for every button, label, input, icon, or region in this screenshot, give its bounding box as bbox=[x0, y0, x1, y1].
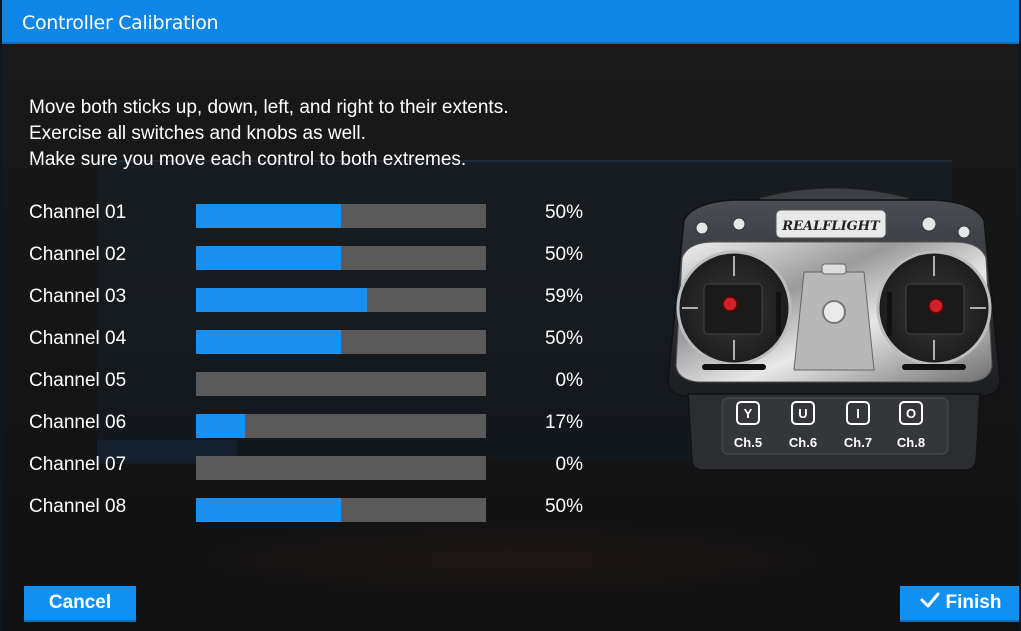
channel-bar-fill bbox=[196, 288, 368, 312]
channel-label: Channel 02 bbox=[29, 244, 127, 265]
instructions: Move both sticks up, down, left, and rig… bbox=[29, 95, 508, 173]
key-channel: Ch.5 bbox=[734, 435, 762, 450]
channel-row-05: Channel 05 0% bbox=[29, 368, 609, 410]
channel-row-06: Channel 06 17% bbox=[29, 410, 609, 452]
controller-image: REALFLIGHT Y Ch.5 U Ch.6 I Ch.7 O Ch.8 bbox=[664, 180, 1004, 475]
channel-percent: 0% bbox=[555, 370, 583, 391]
instruction-line: Make sure you move each control to both … bbox=[29, 149, 467, 170]
channel-label: Channel 05 bbox=[29, 370, 127, 391]
channel-bar bbox=[196, 246, 486, 270]
key-label: U bbox=[798, 406, 807, 421]
channel-row-07: Channel 07 0% bbox=[29, 452, 609, 494]
key-channel: Ch.6 bbox=[789, 435, 817, 450]
channel-label: Channel 07 bbox=[29, 454, 127, 475]
channel-label: Channel 03 bbox=[29, 286, 127, 307]
channel-bar bbox=[196, 456, 486, 480]
channel-label: Channel 04 bbox=[29, 328, 127, 349]
channel-percent: 50% bbox=[544, 496, 583, 517]
channel-bar-fill bbox=[196, 498, 341, 522]
channel-bar-fill bbox=[196, 246, 341, 270]
channel-percent: 59% bbox=[544, 286, 583, 307]
finish-button[interactable]: Finish bbox=[900, 586, 1019, 622]
channel-bar bbox=[196, 288, 486, 312]
channel-label: Channel 08 bbox=[29, 496, 127, 517]
key-channel: Ch.8 bbox=[897, 435, 925, 450]
channel-percent: 50% bbox=[544, 328, 583, 349]
channel-row-04: Channel 04 50% bbox=[29, 326, 609, 368]
key-label: I bbox=[856, 406, 860, 421]
channel-list: Channel 01 50% Channel 02 50% Channel 03… bbox=[29, 200, 609, 536]
cancel-button[interactable]: Cancel bbox=[24, 586, 136, 622]
channel-bar bbox=[196, 414, 486, 438]
channel-row-03: Channel 03 59% bbox=[29, 284, 609, 326]
calibration-dialog: Controller Calibration Move both sticks … bbox=[0, 0, 1021, 631]
channel-bar-fill bbox=[196, 204, 341, 228]
channel-bar bbox=[196, 498, 486, 522]
channel-percent: 50% bbox=[544, 244, 583, 265]
cancel-button-label: Cancel bbox=[48, 592, 112, 613]
channel-row-08: Channel 08 50% bbox=[29, 494, 609, 536]
channel-label: Channel 01 bbox=[29, 202, 127, 223]
channel-percent: 0% bbox=[555, 454, 583, 475]
window-title: Controller Calibration bbox=[22, 12, 219, 34]
channel-bar bbox=[196, 204, 486, 228]
channel-bar-fill bbox=[196, 330, 341, 354]
channel-row-02: Channel 02 50% bbox=[29, 242, 609, 284]
channel-percent: 17% bbox=[544, 412, 583, 433]
channel-percent: 50% bbox=[544, 202, 583, 223]
key-label: Y bbox=[744, 406, 753, 421]
brand-text: REALFLIGHT bbox=[781, 219, 881, 234]
channel-row-01: Channel 01 50% bbox=[29, 200, 609, 242]
instruction-line: Exercise all switches and knobs as well. bbox=[29, 123, 366, 144]
channel-label: Channel 06 bbox=[29, 412, 127, 433]
channel-bar bbox=[196, 330, 486, 354]
channel-bar-fill bbox=[196, 414, 246, 438]
title-bar: Controller Calibration bbox=[2, 0, 1019, 44]
finish-button-label: Finish bbox=[945, 592, 1002, 613]
key-channel: Ch.7 bbox=[844, 435, 872, 450]
channel-bar bbox=[196, 372, 486, 396]
transmitter-illustration: REALFLIGHT Y Ch.5 U Ch.6 I Ch.7 O Ch.8 bbox=[667, 187, 1001, 471]
instruction-line: Move both sticks up, down, left, and rig… bbox=[29, 97, 509, 118]
key-label: O bbox=[906, 406, 916, 421]
checkmark-icon bbox=[920, 591, 940, 615]
